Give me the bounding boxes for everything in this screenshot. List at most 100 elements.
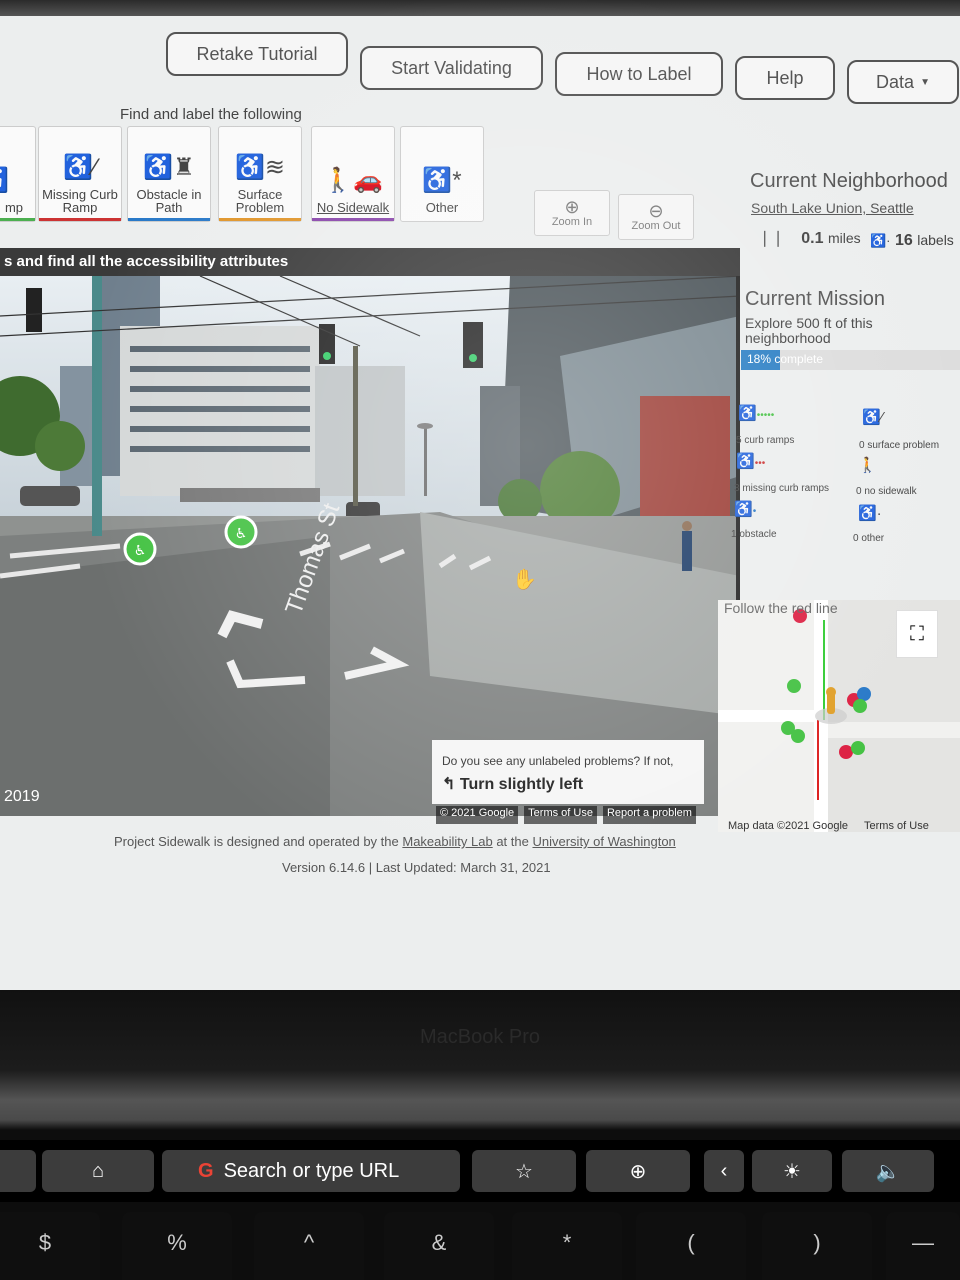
- key-dollar[interactable]: $: [0, 1212, 100, 1280]
- volume-icon[interactable]: 🔈: [842, 1150, 934, 1192]
- turn-direction-label: Turn slightly left: [459, 776, 584, 793]
- tool-label: No Sidewalk: [316, 200, 390, 216]
- pedestrian-car-icon: 🚶🚗: [323, 167, 383, 195]
- tool-obstacle-in-path[interactable]: ♿♜ Obstacle in Path: [127, 126, 211, 222]
- brightness-icon[interactable]: ☀: [752, 1150, 832, 1192]
- report-problem-link[interactable]: Report a problem: [602, 806, 696, 824]
- tool-underline: [219, 218, 301, 221]
- how-to-label-label: How to Label: [586, 63, 692, 84]
- key-ampersand[interactable]: &: [384, 1212, 494, 1280]
- laptop-brand-label: MacBook Pro: [419, 1026, 541, 1048]
- makeability-lab-link[interactable]: Makeability Lab: [402, 834, 492, 849]
- how-to-label-button[interactable]: How to Label: [555, 52, 723, 96]
- new-tab-icon[interactable]: ⊕: [586, 1150, 690, 1192]
- footer-mid: at the: [496, 834, 529, 849]
- zoom-out-button[interactable]: ⊖ Zoom Out: [618, 194, 694, 240]
- neighborhood-title: Current Neighborhood: [750, 170, 948, 192]
- surface-icon: ♿≋: [235, 153, 285, 181]
- hydrant-icon: ♿♜: [143, 153, 195, 181]
- key-paren-close[interactable]: ): [762, 1212, 872, 1280]
- obstacle-pin[interactable]: [857, 687, 871, 701]
- stat-surface-problem: 0 surface problem: [859, 440, 940, 451]
- neighborhood-name-link[interactable]: South Lake Union, Seattle: [751, 200, 914, 216]
- key-asterisk[interactable]: *: [512, 1212, 622, 1280]
- touchbar-esc[interactable]: [0, 1150, 36, 1192]
- retake-tutorial-button[interactable]: Retake Tutorial: [166, 32, 348, 76]
- tool-missing-curb-ramp[interactable]: ♿⁄ Missing Curb Ramp: [38, 126, 122, 222]
- key-dash[interactable]: —: [886, 1212, 960, 1280]
- fullscreen-icon[interactable]: ⛶: [896, 610, 938, 658]
- start-validating-label: Start Validating: [391, 57, 512, 78]
- hand-cursor-icon: ✋: [512, 567, 537, 591]
- missing-curb-ramp-icon: ♿•••: [736, 453, 766, 470]
- stat-curb-ramps: 5 curb ramps: [736, 435, 795, 446]
- tool-curb-ramp[interactable]: ♿ mp: [0, 126, 36, 222]
- tool-label: mp: [4, 200, 24, 216]
- terms-of-use-link[interactable]: Terms of Use: [524, 806, 597, 824]
- home-icon[interactable]: ⌂: [42, 1150, 154, 1192]
- data-label: Data: [876, 71, 915, 92]
- touchbar-search-field[interactable]: G Search or type URL: [162, 1150, 460, 1192]
- tool-no-sidewalk[interactable]: 🚶🚗 No Sidewalk: [311, 126, 395, 222]
- labels-value: 16: [894, 232, 913, 249]
- distance-stat: ❘❘ 0.1 miles: [758, 228, 861, 248]
- miles-unit: miles: [827, 230, 861, 246]
- tool-label: Obstacle in Path: [136, 186, 202, 216]
- other-icon: ♿·: [858, 505, 882, 522]
- google-icon: G: [198, 1159, 214, 1182]
- page-footer-credits: Project Sidewalk is designed and operate…: [114, 834, 676, 849]
- turn-direction-link[interactable]: ↰ Turn slightly left: [442, 774, 694, 794]
- star-icon[interactable]: ☆: [472, 1150, 576, 1192]
- miles-value: 0.1: [801, 230, 824, 247]
- curb-ramp-label-marker[interactable]: ♿: [224, 515, 258, 549]
- screen-bezel: [0, 0, 960, 16]
- footsteps-icon: ❘❘: [758, 230, 785, 247]
- find-label-prompt: Find and label the following: [120, 106, 302, 123]
- map-terms-link[interactable]: Terms of Use: [864, 820, 929, 832]
- browser-screen: Retake Tutorial Start Validating How to …: [0, 0, 960, 990]
- minimap-instruction: Follow the red line: [724, 600, 838, 616]
- chevron-left-icon[interactable]: ‹: [704, 1150, 744, 1192]
- zoom-in-button[interactable]: ⊕ Zoom In: [534, 190, 610, 236]
- label-toolbar: ♿ mp ♿⁄ Missing Curb Ramp ♿♜ Obstacle in…: [0, 126, 500, 226]
- key-caret[interactable]: ^: [254, 1212, 364, 1280]
- missing-curb-ramp-pin[interactable]: [839, 745, 853, 759]
- key-percent[interactable]: %: [122, 1212, 232, 1280]
- traffic-light: [26, 288, 42, 332]
- wheelchair-icon: ♿·: [870, 233, 891, 248]
- svg-text:♿: ♿: [134, 543, 147, 559]
- labels-stat: ♿· 16 labels: [870, 232, 954, 250]
- version-info: Version 6.14.6 | Last Updated: March 31,…: [282, 860, 551, 875]
- tool-other[interactable]: ♿* Other: [400, 126, 484, 222]
- curb-ramp-pin[interactable]: [791, 729, 805, 743]
- mission-progress-bar: 18% complete: [741, 350, 960, 370]
- labels-unit: labels: [917, 232, 954, 248]
- touchbar-search-text: Search or type URL: [223, 1159, 400, 1182]
- streetview-panorama[interactable]: Thomas St ♿ ♿ ✋: [0, 276, 740, 816]
- key-paren-open[interactable]: (: [636, 1212, 746, 1280]
- curb-ramp-pin[interactable]: [853, 699, 867, 713]
- footer-prefix: Project Sidewalk is designed and operate…: [114, 834, 399, 849]
- tool-underline: [0, 218, 35, 221]
- curb-ramp-label-marker[interactable]: ♿: [123, 532, 157, 566]
- pedestrian: [682, 531, 692, 571]
- data-dropdown-button[interactable]: Data ▼: [847, 60, 959, 104]
- obstacle-icon: ♿•: [734, 501, 757, 518]
- caret-down-icon: ▼: [920, 76, 930, 88]
- minimap[interactable]: Follow the red line ⛶: [718, 600, 960, 832]
- mission-description: Explore 500 ft of this neighborhood: [745, 315, 873, 347]
- start-validating-button[interactable]: Start Validating: [360, 46, 543, 90]
- stat-missing-curb-ramps: 3 missing curb ramps: [734, 483, 830, 494]
- no-sidewalk-icon: 🚶: [858, 457, 877, 474]
- tool-label: Other: [425, 200, 459, 216]
- curb-ramp-pin[interactable]: [787, 679, 801, 693]
- tool-surface-problem[interactable]: ♿≋ Surface Problem: [218, 126, 302, 222]
- map-attribution: Map data ©2021 Google Terms of Use: [728, 820, 929, 832]
- university-link[interactable]: University of Washington: [532, 834, 675, 849]
- turn-prompt: Do you see any unlabeled problems? If no…: [432, 740, 704, 804]
- turn-left-arrow-icon: ↰: [442, 776, 456, 793]
- retake-tutorial-label: Retake Tutorial: [196, 43, 318, 64]
- curb-ramp-pin[interactable]: [851, 741, 865, 755]
- tool-label: Missing Curb Ramp: [42, 186, 118, 216]
- help-button[interactable]: Help: [735, 56, 835, 100]
